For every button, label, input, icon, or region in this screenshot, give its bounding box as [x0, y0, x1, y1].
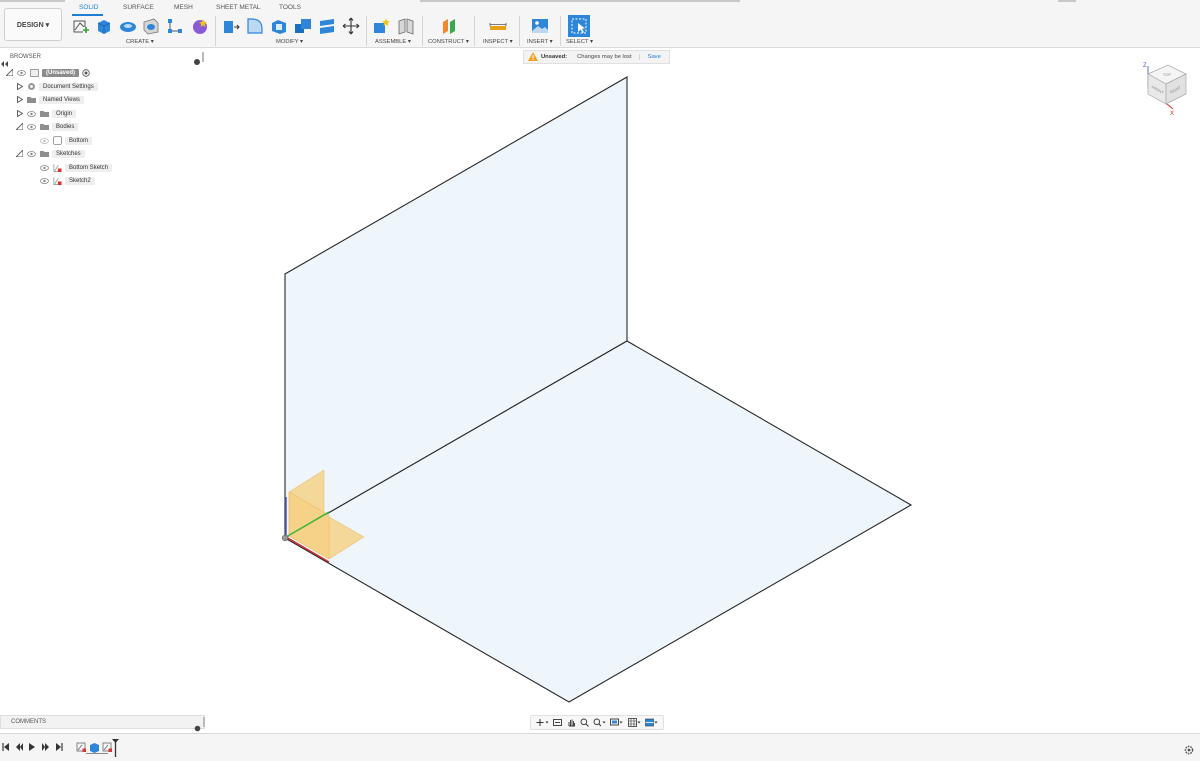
combine-icon[interactable]: [293, 16, 312, 35]
main-toolbar: DESIGN ▾ SOLID SURFACE MESH SHEET METAL …: [0, 0, 1200, 48]
timeline-marker[interactable]: [112, 739, 119, 761]
joint-icon[interactable]: [396, 16, 415, 35]
measure-icon[interactable]: [488, 16, 507, 35]
step-forward-icon[interactable]: [40, 742, 50, 752]
tab-strip: [0, 0, 1200, 3]
toolbar-divider: [366, 16, 367, 46]
step-back-icon[interactable]: [14, 742, 24, 752]
new-component-icon[interactable]: [371, 16, 390, 35]
timeline-extrude-feature[interactable]: [89, 741, 100, 753]
timeline-settings-gear-icon[interactable]: [1184, 742, 1194, 760]
zoom-icon[interactable]: [580, 714, 589, 732]
3d-canvas[interactable]: [0, 64, 1200, 714]
go-to-start-icon[interactable]: [1, 742, 11, 752]
panel-resize-handle[interactable]: [202, 52, 204, 62]
move-copy-icon[interactable]: [341, 16, 360, 35]
viewcube-x-label: X: [1170, 111, 1174, 117]
sweep-icon[interactable]: [141, 16, 160, 35]
comments-title: COMMENTS: [11, 719, 46, 725]
tab-solid[interactable]: SOLID: [79, 4, 99, 11]
create-sketch-icon[interactable]: [71, 16, 90, 35]
viewports-icon[interactable]: [645, 714, 658, 732]
timeline-bar: [0, 733, 1200, 761]
tab-tools[interactable]: TOOLS: [279, 4, 301, 11]
toolbar-divider: [422, 16, 423, 46]
select-menu[interactable]: SELECT ▾: [566, 39, 593, 45]
split-body-icon[interactable]: [317, 16, 336, 35]
unsaved-status-bar: Unsaved: Changes may be lost Save: [523, 50, 670, 64]
fit-zoom-icon[interactable]: [593, 714, 606, 732]
tab-sheet-metal[interactable]: SHEET METAL: [216, 4, 261, 11]
revolve-icon[interactable]: [118, 16, 137, 35]
unsaved-label: Unsaved:: [541, 54, 568, 60]
browser-title: BROWSER: [10, 54, 42, 60]
tab-mesh[interactable]: MESH: [174, 4, 193, 11]
toolbar-divider: [560, 16, 561, 46]
navigation-toolbar: [530, 715, 664, 730]
fillet-icon[interactable]: [245, 16, 264, 35]
play-icon[interactable]: [27, 742, 37, 752]
loft-icon[interactable]: [165, 16, 184, 35]
shell-icon[interactable]: [269, 16, 288, 35]
orbit-icon[interactable]: [536, 714, 549, 732]
tab-surface[interactable]: SURFACE: [123, 4, 154, 11]
toolbar-divider: [519, 16, 520, 46]
origin-point[interactable]: [281, 534, 289, 542]
comments-panel-header[interactable]: COMMENTS: [0, 715, 205, 732]
unsaved-message: Changes may be lost: [577, 54, 640, 60]
insert-image-icon[interactable]: [530, 16, 549, 35]
look-at-icon[interactable]: [553, 714, 563, 732]
timeline-sketch-feature[interactable]: [76, 741, 87, 753]
offset-plane-icon[interactable]: [439, 16, 458, 35]
viewcube[interactable]: TOP FRONT RIGHT Z X: [1138, 58, 1192, 118]
go-to-end-icon[interactable]: [54, 742, 64, 752]
extrude-icon[interactable]: [94, 16, 113, 35]
assemble-menu[interactable]: ASSEMBLE ▾: [375, 39, 411, 45]
create-menu[interactable]: CREATE ▾: [126, 39, 154, 45]
toolbar-divider: [474, 16, 475, 46]
press-pull-icon[interactable]: [221, 16, 240, 35]
modify-menu[interactable]: MODIFY ▾: [276, 39, 303, 45]
select-icon[interactable]: [568, 15, 590, 37]
grid-settings-icon[interactable]: [627, 714, 641, 732]
save-button[interactable]: Save: [640, 54, 669, 60]
create-form-icon[interactable]: [190, 16, 209, 35]
pan-hand-icon[interactable]: [567, 714, 576, 732]
browser-panel-header: BROWSER: [0, 51, 205, 67]
timeline-group-bracket: [86, 753, 108, 754]
display-settings-icon[interactable]: [610, 714, 623, 732]
panel-resize-handle[interactable]: [203, 717, 205, 727]
viewcube-top-label: TOP: [1163, 72, 1171, 77]
toolbar-divider: [215, 16, 216, 46]
warning-triangle-icon: [528, 51, 538, 63]
design-workspace-button[interactable]: DESIGN ▾: [4, 8, 62, 41]
insert-menu[interactable]: INSERT ▾: [527, 39, 553, 45]
inspect-menu[interactable]: INSPECT ▾: [483, 39, 513, 45]
construct-menu[interactable]: CONSTRUCT ▾: [428, 39, 469, 45]
fusion-app-window: DESIGN ▾ SOLID SURFACE MESH SHEET METAL …: [0, 0, 1200, 761]
viewcube-z-label: Z: [1143, 63, 1147, 69]
